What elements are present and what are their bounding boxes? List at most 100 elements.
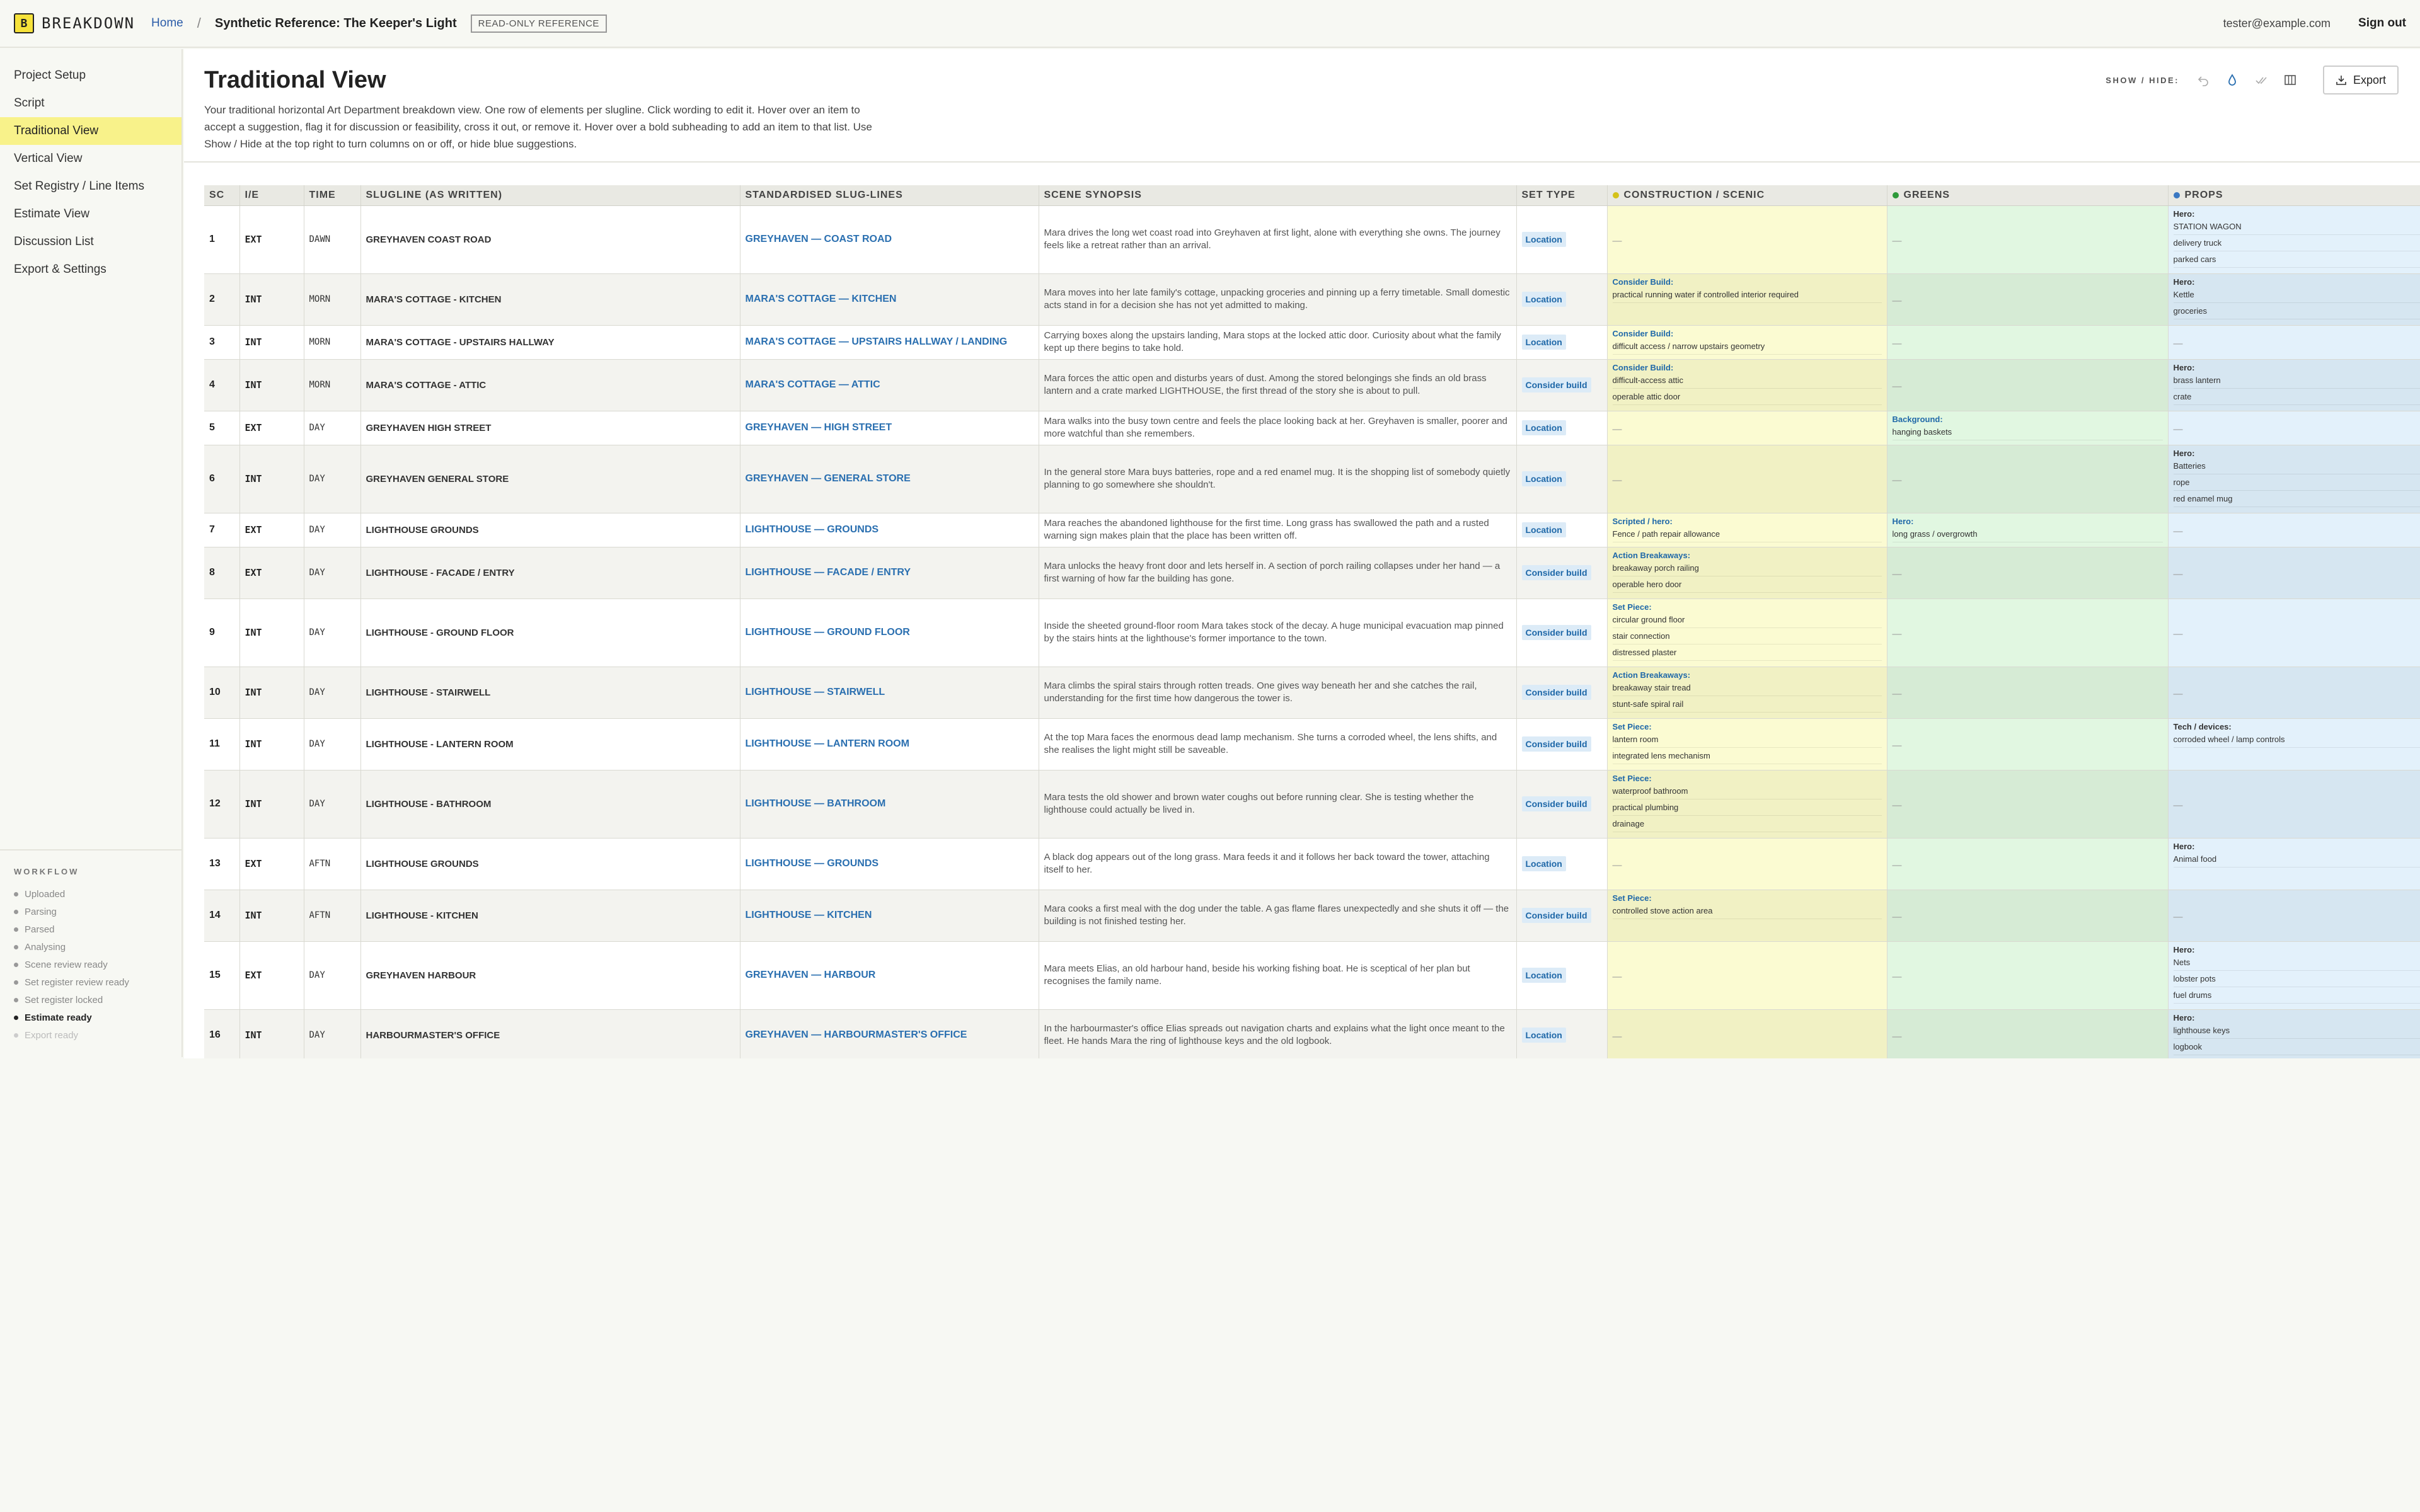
element-item[interactable]: crate	[2173, 389, 2420, 405]
element-item[interactable]: lobster pots	[2173, 971, 2420, 987]
droplet-icon[interactable]	[2223, 71, 2241, 89]
greens-cell[interactable]: —	[1887, 325, 2169, 360]
check-double-icon[interactable]	[2252, 71, 2270, 89]
standardised-slugline-link[interactable]: GREYHAVEN — COAST ROAD	[740, 205, 1039, 274]
element-subheading[interactable]: Consider Build:	[1613, 329, 1882, 338]
element-item[interactable]: red enamel mug	[2173, 491, 2420, 507]
slugline-as-written[interactable]: MARA'S COTTAGE - ATTIC	[360, 359, 740, 411]
element-subheading[interactable]: Tech / devices:	[2174, 722, 2420, 731]
element-subheading[interactable]: Consider Build:	[1613, 363, 1882, 372]
app-logo[interactable]: B BREAKDOWN	[14, 13, 135, 33]
columns-icon[interactable]	[2281, 71, 2299, 89]
scene-synopsis[interactable]: Mara tests the old shower and brown wate…	[1039, 770, 1517, 839]
element-subheading[interactable]: Set Piece:	[1613, 602, 1882, 612]
scene-synopsis[interactable]: Mara forces the attic open and disturbs …	[1039, 359, 1517, 411]
scene-synopsis[interactable]: Mara moves into her late family's cottag…	[1039, 273, 1517, 326]
props-cell[interactable]: Hero: brass lantern crate	[2168, 359, 2420, 411]
element-subheading[interactable]: Set Piece:	[1613, 774, 1882, 783]
greens-cell[interactable]: —	[1887, 445, 2169, 513]
standardised-slugline-link[interactable]: LIGHTHOUSE — GROUNDS	[740, 513, 1039, 547]
greens-cell[interactable]: —	[1887, 1009, 2169, 1058]
element-item[interactable]: difficult access / narrow upstairs geome…	[1612, 338, 1882, 355]
greens-cell[interactable]: —	[1887, 770, 2169, 839]
standardised-slugline-link[interactable]: LIGHTHOUSE — KITCHEN	[740, 890, 1039, 942]
sidebar-item-script[interactable]: Script	[0, 89, 182, 117]
construction-cell[interactable]: Action Breakaways: breakaway porch railin…	[1607, 547, 1887, 599]
construction-cell[interactable]: —	[1607, 205, 1887, 274]
standardised-slugline-link[interactable]: MARA'S COTTAGE — ATTIC	[740, 359, 1039, 411]
set-type-badge[interactable]: Location	[1521, 522, 1566, 537]
greens-cell[interactable]: —	[1887, 718, 2169, 770]
construction-cell[interactable]: —	[1607, 411, 1887, 445]
slugline-as-written[interactable]: LIGHTHOUSE - GROUND FLOOR	[360, 598, 740, 667]
element-item[interactable]: operable hero door	[1612, 576, 1882, 593]
construction-cell[interactable]: —	[1607, 445, 1887, 513]
sidebar-item-set-registry-line-items[interactable]: Set Registry / Line Items	[0, 173, 182, 200]
standardised-slugline-link[interactable]: MARA'S COTTAGE — KITCHEN	[740, 273, 1039, 326]
element-subheading[interactable]: Action Breakaways:	[1613, 670, 1882, 680]
sign-out-button[interactable]: Sign out	[2358, 16, 2406, 30]
standardised-slugline-link[interactable]: GREYHAVEN — HIGH STREET	[740, 411, 1039, 445]
props-cell[interactable]: Tech / devices: corroded wheel / lamp con…	[2168, 718, 2420, 770]
construction-cell[interactable]: Scripted / hero: Fence / path repair allo…	[1607, 513, 1887, 547]
element-item[interactable]: logbook	[2173, 1039, 2420, 1055]
construction-cell[interactable]: Consider Build: practical running water i…	[1607, 273, 1887, 326]
element-item[interactable]: controlled stove action area	[1612, 903, 1882, 919]
element-subheading[interactable]: Hero:	[2174, 945, 2420, 954]
element-item[interactable]: hanging baskets	[1892, 424, 2163, 440]
construction-cell[interactable]: —	[1607, 941, 1887, 1010]
slugline-as-written[interactable]: HARBOURMASTER'S OFFICE	[360, 1009, 740, 1058]
greens-cell[interactable]: —	[1887, 547, 2169, 599]
props-cell[interactable]: —	[2168, 770, 2420, 839]
set-type-badge[interactable]: Location	[1521, 471, 1566, 486]
element-item[interactable]: practical plumbing	[1612, 799, 1882, 816]
element-item[interactable]: distressed plaster	[1612, 644, 1882, 661]
element-item[interactable]: STATION WAGON	[2173, 219, 2420, 235]
construction-cell[interactable]: Consider Build: difficult access / narrow…	[1607, 325, 1887, 360]
set-type-badge[interactable]: Location	[1521, 420, 1566, 435]
standardised-slugline-link[interactable]: GREYHAVEN — GENERAL STORE	[740, 445, 1039, 513]
breadcrumb-home-link[interactable]: Home	[151, 16, 183, 30]
element-item[interactable]: drainage	[1612, 816, 1882, 832]
scene-synopsis[interactable]: Mara climbs the spiral stairs through ro…	[1039, 667, 1517, 719]
element-item[interactable]: Fence / path repair allowance	[1612, 526, 1882, 542]
standardised-slugline-link[interactable]: LIGHTHOUSE — STAIRWELL	[740, 667, 1039, 719]
greens-cell[interactable]: —	[1887, 667, 2169, 719]
slugline-as-written[interactable]: GREYHAVEN GENERAL STORE	[360, 445, 740, 513]
element-item[interactable]: stunt-safe spiral rail	[1612, 696, 1882, 713]
element-subheading[interactable]: Consider Build:	[1613, 277, 1882, 287]
set-type-badge[interactable]: Consider build	[1521, 625, 1591, 640]
sidebar-item-project-setup[interactable]: Project Setup	[0, 62, 182, 89]
construction-cell[interactable]: Set Piece: lantern room integrated lens me…	[1607, 718, 1887, 770]
element-subheading[interactable]: Action Breakaways:	[1613, 551, 1882, 560]
standardised-slugline-link[interactable]: LIGHTHOUSE — GROUNDS	[740, 838, 1039, 890]
undo-icon[interactable]	[2194, 71, 2212, 89]
slugline-as-written[interactable]: LIGHTHOUSE - BATHROOM	[360, 770, 740, 839]
sidebar-item-estimate-view[interactable]: Estimate View	[0, 200, 182, 228]
slugline-as-written[interactable]: MARA'S COTTAGE - UPSTAIRS HALLWAY	[360, 325, 740, 360]
element-subheading[interactable]: Hero:	[2174, 363, 2420, 372]
element-subheading[interactable]: Hero:	[1893, 517, 2163, 526]
set-type-badge[interactable]: Consider build	[1521, 377, 1591, 392]
element-item[interactable]: circular ground floor	[1612, 612, 1882, 628]
scene-synopsis[interactable]: A black dog appears out of the long gras…	[1039, 838, 1517, 890]
standardised-slugline-link[interactable]: GREYHAVEN — HARBOUR	[740, 941, 1039, 1010]
props-cell[interactable]: —	[2168, 667, 2420, 719]
sidebar-item-vertical-view[interactable]: Vertical View	[0, 145, 182, 173]
construction-cell[interactable]: Consider Build: difficult-access attic ope…	[1607, 359, 1887, 411]
props-cell[interactable]: —	[2168, 325, 2420, 360]
element-item[interactable]: breakaway stair tread	[1612, 680, 1882, 696]
greens-cell[interactable]: —	[1887, 598, 2169, 667]
element-subheading[interactable]: Hero:	[2174, 277, 2420, 287]
set-type-badge[interactable]: Location	[1521, 968, 1566, 983]
set-type-badge[interactable]: Consider build	[1521, 736, 1591, 752]
construction-cell[interactable]: Set Piece: circular ground floor stair con…	[1607, 598, 1887, 667]
greens-cell[interactable]: —	[1887, 359, 2169, 411]
element-item[interactable]: Kettle	[2173, 287, 2420, 303]
scene-synopsis[interactable]: Mara walks into the busy town centre and…	[1039, 411, 1517, 445]
slugline-as-written[interactable]: GREYHAVEN COAST ROAD	[360, 205, 740, 274]
scene-synopsis[interactable]: Carrying boxes along the upstairs landin…	[1039, 325, 1517, 360]
greens-cell[interactable]: —	[1887, 890, 2169, 942]
element-item[interactable]: operable attic door	[1612, 389, 1882, 405]
element-subheading[interactable]: Hero:	[2174, 449, 2420, 458]
